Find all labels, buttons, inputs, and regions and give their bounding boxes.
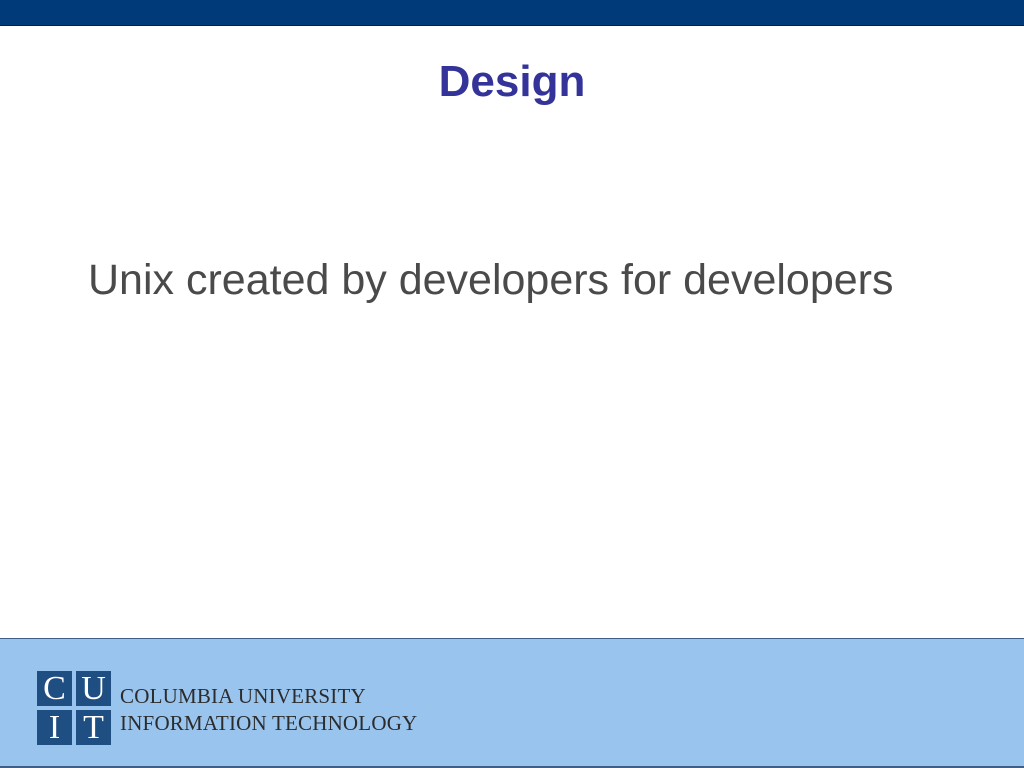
organization-line-1: COLUMBIA UNIVERSITY bbox=[120, 684, 366, 708]
organization-name: COLUMBIA UNIVERSITY INFORMATION TECHNOLO… bbox=[120, 683, 417, 737]
logo-letter-u: U bbox=[76, 671, 111, 706]
cuit-logo: C U I T bbox=[37, 671, 111, 745]
organization-line-2: INFORMATION TECHNOLOGY bbox=[120, 711, 418, 735]
logo-letter-i: I bbox=[37, 710, 72, 745]
slide: Design Unix created by developers for de… bbox=[0, 0, 1024, 768]
slide-title: Design bbox=[438, 57, 586, 106]
slide-body-text: Unix created by developers for developer… bbox=[88, 256, 894, 304]
top-banner bbox=[0, 0, 1024, 26]
logo-letter-c: C bbox=[37, 671, 72, 706]
logo-letter-t: T bbox=[76, 710, 111, 745]
footer-banner: C U I T COLUMBIA UNIVERSITY INFORMATION … bbox=[0, 638, 1024, 768]
